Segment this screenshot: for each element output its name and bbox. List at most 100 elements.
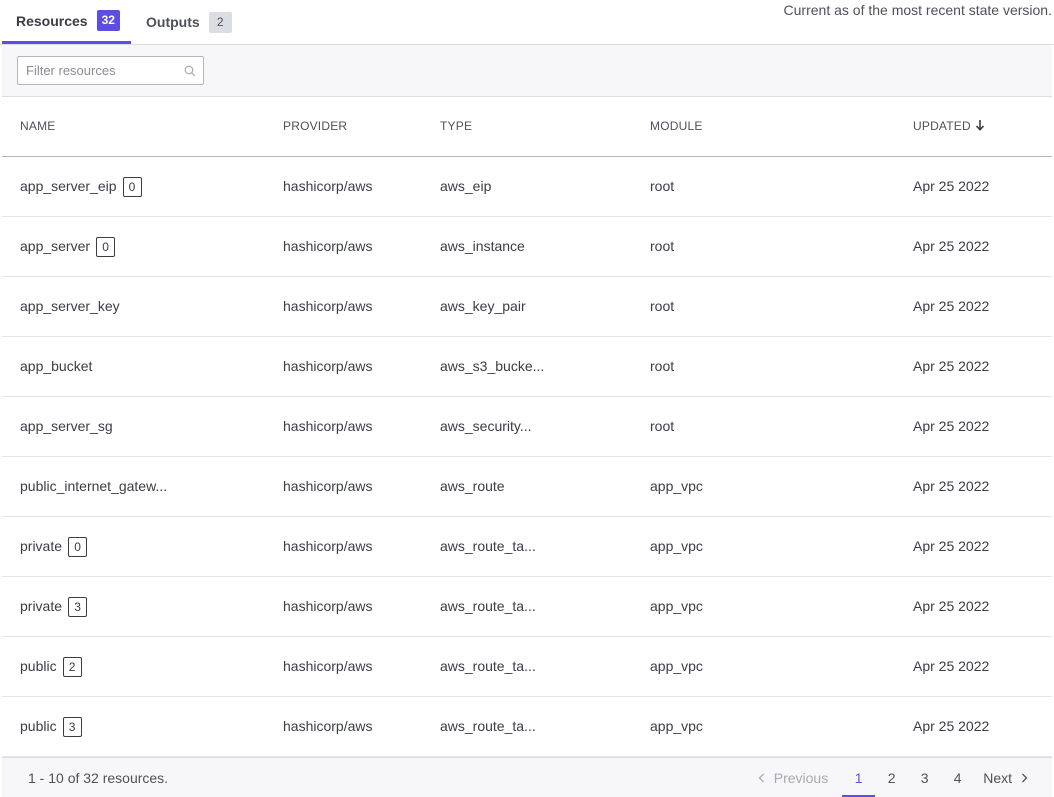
page-2-button[interactable]: 2	[875, 758, 908, 797]
name-wrap: public 3	[20, 697, 82, 756]
resource-name-link[interactable]: app_bucket	[20, 337, 92, 396]
cell-name: app_server_key	[20, 277, 120, 336]
cell-provider: hashicorp/aws	[283, 658, 373, 674]
table-row[interactable]: app_server_key hashicorp/aws aws_key_pair r…	[2, 277, 1052, 337]
header-type[interactable]: TYPE	[440, 97, 472, 156]
cell-provider: hashicorp/aws	[283, 358, 373, 374]
page-1-button[interactable]: 1	[842, 758, 876, 797]
resource-index-badge: 0	[68, 536, 88, 557]
cell-module: root	[650, 178, 675, 194]
resource-name-link[interactable]: app_server_eip	[20, 157, 117, 216]
page-4-button[interactable]: 4	[941, 758, 974, 797]
table-row[interactable]: public 2 hashicorp/aws aws_route_ta... app_v…	[2, 637, 1052, 697]
header-module[interactable]: MODULE	[650, 97, 703, 156]
cell-module: root	[650, 418, 675, 434]
cell-name: private 3	[20, 577, 88, 636]
cell-module: app_vpc	[650, 598, 703, 614]
resource-name-link[interactable]: app_server_sg	[20, 397, 113, 456]
name-wrap: app_server_eip 0	[20, 157, 142, 216]
header-provider[interactable]: PROVIDER	[283, 97, 347, 156]
cell-type: aws_s3_bucke...	[440, 358, 545, 374]
name-wrap: private 0	[20, 517, 88, 576]
results-summary: 1 - 10 of 32 resources.	[28, 770, 169, 786]
cell-type: aws_route	[440, 478, 505, 494]
header-updated-label: UPDATED	[913, 119, 971, 133]
resource-index-badge: 3	[62, 716, 82, 737]
cell-module: root	[650, 358, 675, 374]
arrow-down-icon	[975, 120, 984, 131]
resource-name-link[interactable]: private	[20, 517, 62, 576]
header-updated[interactable]: UPDATED	[913, 97, 985, 156]
cell-provider: hashicorp/aws	[283, 718, 373, 734]
tab-resources-label: Resources	[16, 12, 88, 29]
resource-name-link[interactable]: private	[20, 577, 62, 636]
cell-provider: hashicorp/aws	[283, 538, 373, 554]
cell-updated: Apr 25 2022	[913, 478, 990, 494]
resources-count-badge: 32	[96, 10, 120, 31]
cell-updated: Apr 25 2022	[913, 598, 990, 614]
table-row[interactable]: app_server_eip 0 hashicorp/aws aws_eip root A…	[2, 157, 1052, 217]
table-row[interactable]: public_internet_gatew... hashicorp/aws aws…	[2, 457, 1052, 517]
table-footer: 1 - 10 of 32 resources. Previous 1 2 3 4…	[2, 757, 1052, 797]
table-row[interactable]: private 0 hashicorp/aws aws_route_ta... app_…	[2, 517, 1052, 577]
resource-name-link[interactable]: public	[20, 637, 57, 696]
pagination: Previous 1 2 3 4 Next	[758, 758, 1028, 797]
cell-name: public_internet_gatew...	[20, 457, 167, 516]
name-wrap: app_server_key	[20, 277, 120, 336]
table-body: app_server_eip 0 hashicorp/aws aws_eip root A…	[2, 157, 1052, 757]
cell-type: aws_route_ta...	[440, 598, 536, 614]
table-header: NAME PROVIDER TYPE MODULE UPDATED	[2, 97, 1052, 157]
page-3-button[interactable]: 3	[908, 758, 941, 797]
cell-module: app_vpc	[650, 478, 703, 494]
previous-page-button[interactable]: Previous	[758, 770, 828, 786]
resources-table: NAME PROVIDER TYPE MODULE UPDATED app_se…	[2, 97, 1052, 757]
cell-provider: hashicorp/aws	[283, 298, 373, 314]
filter-resources-input[interactable]	[18, 57, 183, 84]
tab-resources[interactable]: Resources 32	[2, 0, 131, 44]
table-row[interactable]: public 3 hashicorp/aws aws_route_ta... app_v…	[2, 697, 1052, 757]
cell-module: root	[650, 238, 675, 254]
resource-name-link[interactable]: app_server	[20, 217, 90, 276]
table-row[interactable]: app_server 0 hashicorp/aws aws_instance root…	[2, 217, 1052, 277]
name-wrap: app_bucket	[20, 337, 92, 396]
cell-type: aws_key_pair	[440, 298, 526, 314]
name-wrap: app_server_sg	[20, 397, 113, 456]
cell-provider: hashicorp/aws	[283, 598, 373, 614]
cell-module: app_vpc	[650, 538, 703, 554]
resource-name-link[interactable]: public	[20, 697, 57, 756]
table-row[interactable]: private 3 hashicorp/aws aws_route_ta... app_…	[2, 577, 1052, 637]
cell-name: app_bucket	[20, 337, 92, 396]
cell-updated: Apr 25 2022	[913, 718, 990, 734]
tabs-bar: Resources 32 Outputs 2 Current as of the…	[0, 0, 1054, 45]
cell-provider: hashicorp/aws	[283, 238, 373, 254]
filter-box	[17, 56, 204, 85]
table-row[interactable]: app_bucket hashicorp/aws aws_s3_bucke... ro…	[2, 337, 1052, 397]
tab-outputs-label: Outputs	[146, 14, 200, 30]
chevron-left-icon	[758, 773, 764, 783]
cell-provider: hashicorp/aws	[283, 478, 373, 494]
resource-name-link[interactable]: app_server_key	[20, 277, 120, 336]
cell-type: aws_route_ta...	[440, 538, 536, 554]
resource-index-badge: 0	[122, 176, 142, 197]
cell-type: aws_route_ta...	[440, 658, 536, 674]
name-wrap: public_internet_gatew...	[20, 457, 167, 516]
search-icon	[184, 65, 196, 77]
resource-index-badge: 0	[96, 236, 116, 257]
previous-label: Previous	[773, 770, 829, 786]
cell-updated: Apr 25 2022	[913, 538, 990, 554]
next-page-button[interactable]: Next	[983, 770, 1028, 786]
cell-provider: hashicorp/aws	[283, 178, 373, 194]
cell-updated: Apr 25 2022	[913, 178, 990, 194]
resource-name-link[interactable]: public_internet_gatew...	[20, 457, 167, 516]
cell-name: app_server 0	[20, 217, 116, 276]
cell-updated: Apr 25 2022	[913, 298, 990, 314]
header-name[interactable]: NAME	[20, 97, 55, 156]
cell-name: public 2	[20, 637, 82, 696]
table-row[interactable]: app_server_sg hashicorp/aws aws_security..…	[2, 397, 1052, 457]
chevron-right-icon	[1022, 773, 1028, 783]
cell-provider: hashicorp/aws	[283, 418, 373, 434]
resource-index-badge: 2	[62, 656, 82, 677]
cell-type: aws_security...	[440, 418, 532, 434]
tab-outputs[interactable]: Outputs 2	[146, 0, 232, 44]
cell-type: aws_instance	[440, 238, 525, 254]
